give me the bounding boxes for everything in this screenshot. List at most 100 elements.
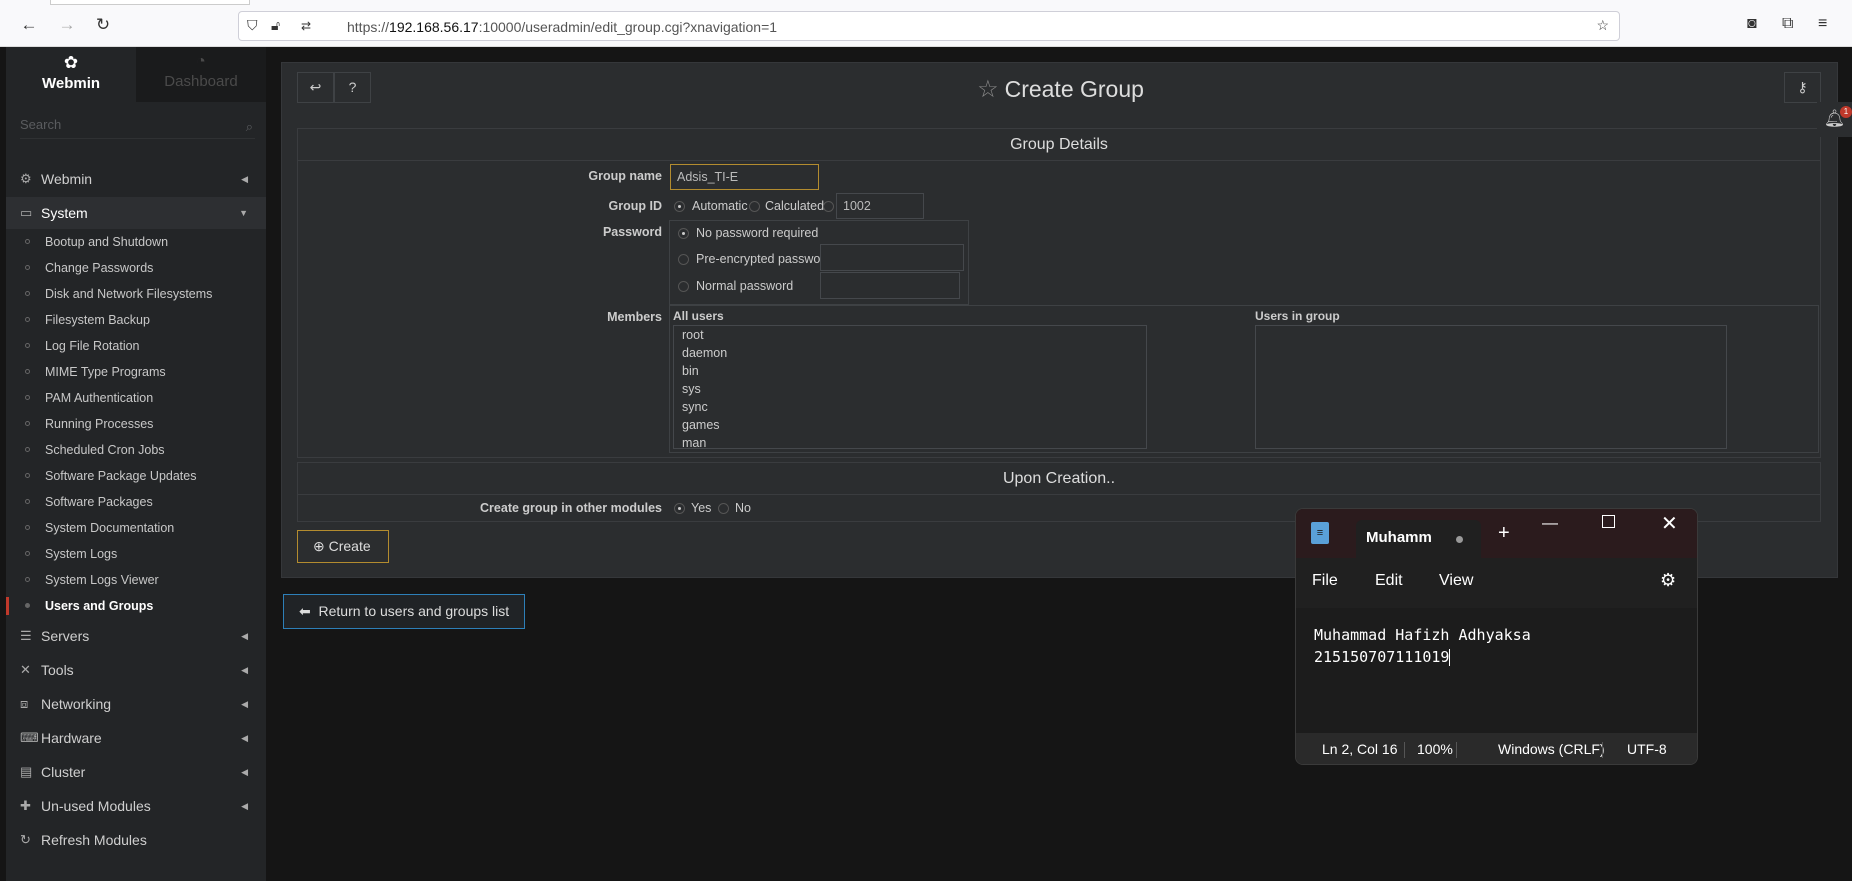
category-label: Refresh Modules xyxy=(41,832,147,848)
menu-view[interactable]: View xyxy=(1439,572,1473,590)
sidebar-item[interactable]: Change Passwords xyxy=(6,255,266,281)
chevron-left-icon: ◀ xyxy=(241,767,248,777)
reload-icon[interactable]: ↻ xyxy=(93,15,113,35)
return-button[interactable]: ⬅ Return to users and groups list xyxy=(283,594,525,629)
forward-icon[interactable]: → xyxy=(57,15,77,35)
section-title: Group Details xyxy=(298,129,1820,161)
sidebar-item[interactable]: Software Package Updates xyxy=(6,463,266,489)
list-item[interactable]: bin xyxy=(674,362,1146,380)
list-item[interactable]: sync xyxy=(674,398,1146,416)
extensions-icon[interactable]: ⧉ xyxy=(1782,15,1793,33)
menu-file[interactable]: File xyxy=(1312,572,1338,590)
cursor-position: Ln 2, Col 16 xyxy=(1322,741,1398,757)
pw-normal-input[interactable] xyxy=(820,272,960,299)
other-modules-yes-radio[interactable] xyxy=(674,503,685,514)
category-label: Hardware xyxy=(41,730,102,746)
chevron-left-icon: ◀ xyxy=(241,801,248,811)
sidebar-item[interactable]: System Logs xyxy=(6,541,266,567)
sidebar-category-networking[interactable]: ⧈ Networking ◀ xyxy=(6,688,266,720)
pw-none-radio[interactable] xyxy=(678,228,689,239)
lock-insecure-icon[interactable]: 🔓︎ xyxy=(271,17,280,34)
notepad-tab[interactable]: Muhamm xyxy=(1356,520,1481,558)
users-in-group-list[interactable] xyxy=(1255,325,1727,449)
sidebar-item[interactable]: MIME Type Programs xyxy=(6,359,266,385)
search-input[interactable] xyxy=(20,117,220,132)
gid-automatic-radio[interactable] xyxy=(674,201,685,212)
menu-icon[interactable]: ≡ xyxy=(1818,15,1827,33)
notepad-menubar: File Edit View ⚙ xyxy=(1296,558,1697,608)
list-item[interactable]: sys xyxy=(674,380,1146,398)
browser-tab-edge[interactable] xyxy=(50,0,250,5)
gid-input[interactable] xyxy=(836,193,924,219)
list-item[interactable]: man xyxy=(674,434,1146,448)
gid-manual-radio[interactable] xyxy=(823,201,834,212)
gear-icon: ⚙ xyxy=(20,171,32,186)
gid-calculated-radio[interactable] xyxy=(749,201,760,212)
webmin-tab[interactable]: ✿ Webmin xyxy=(6,47,136,102)
sidebar-item[interactable]: Software Packages xyxy=(6,489,266,515)
other-modules-label: Create group in other modules xyxy=(480,501,662,515)
back-icon[interactable]: ← xyxy=(19,15,39,35)
category-label: Tools xyxy=(41,662,74,678)
sidebar-search: ⌕ xyxy=(20,117,255,139)
notifications-button[interactable]: 🔔︎ 1 xyxy=(1817,102,1852,137)
search-icon[interactable]: ⌕ xyxy=(246,119,253,135)
puzzle-icon: ✚ xyxy=(20,798,31,813)
url-text[interactable]: https://192.168.56.17:10000/useradmin/ed… xyxy=(347,19,777,35)
sidebar-item-users-and-groups[interactable]: Users and Groups xyxy=(6,593,266,619)
hardware-icon: ⌨ xyxy=(20,730,39,745)
permissions-icon[interactable]: ⇄ xyxy=(301,19,311,33)
star-icon[interactable]: ☆ xyxy=(977,76,999,103)
chevron-left-icon: ◀ xyxy=(241,174,248,184)
category-label: Webmin xyxy=(41,171,93,187)
sidebar-item[interactable]: PAM Authentication xyxy=(6,385,266,411)
sidebar-category-tools[interactable]: ✕ Tools ◀ xyxy=(6,654,266,686)
browser-toolbar: ← → ↻ ⛉ 🔓︎ ⇄ https://192.168.56.17:10000… xyxy=(0,0,1852,47)
list-item[interactable]: root xyxy=(674,326,1146,344)
sidebar-category-unused[interactable]: ✚ Un-used Modules ◀ xyxy=(6,790,266,822)
sidebar-item[interactable]: Filesystem Backup xyxy=(6,307,266,333)
sidebar-item[interactable]: System Documentation xyxy=(6,515,266,541)
dashboard-tab[interactable]: ◔ Dashboard xyxy=(136,47,266,102)
sidebar-item[interactable]: Scheduled Cron Jobs xyxy=(6,437,266,463)
all-users-list[interactable]: root daemon bin sys sync games man xyxy=(673,325,1147,449)
create-button[interactable]: ⊕ Create xyxy=(297,530,389,563)
sidebar-item[interactable]: Bootup and Shutdown xyxy=(6,229,266,255)
address-bar[interactable]: ⛉ 🔓︎ ⇄ https://192.168.56.17:10000/usera… xyxy=(238,11,1620,41)
bookmark-star-icon[interactable]: ☆ xyxy=(1596,17,1609,34)
category-label: Cluster xyxy=(41,764,86,780)
bullet-icon xyxy=(25,603,30,608)
menu-edit[interactable]: Edit xyxy=(1375,572,1403,590)
pw-normal-radio[interactable] xyxy=(678,281,689,292)
list-item[interactable]: daemon xyxy=(674,344,1146,362)
maximize-icon[interactable] xyxy=(1602,515,1615,528)
sidebar-item[interactable]: Log File Rotation xyxy=(6,333,266,359)
pocket-icon[interactable]: ◙ xyxy=(1747,15,1757,33)
network-icon: ⧈ xyxy=(20,696,29,711)
list-item[interactable]: games xyxy=(674,416,1146,434)
sidebar-category-webmin[interactable]: ⚙ Webmin ◀ xyxy=(6,163,266,195)
shield-icon[interactable]: ⛉ xyxy=(247,17,258,34)
members-label: Members xyxy=(607,310,662,324)
notepad-text-area[interactable]: Muhammad Hafizh Adhyaksa 215150707111019 xyxy=(1296,608,1697,733)
sidebar-category-servers[interactable]: ☰ Servers ◀ xyxy=(6,620,266,652)
close-icon[interactable]: ✕ xyxy=(1661,511,1678,536)
bullet-icon xyxy=(25,551,30,556)
sidebar-category-cluster[interactable]: ▤ Cluster ◀ xyxy=(6,756,266,788)
other-modules-no-radio[interactable] xyxy=(718,503,729,514)
settings-gear-icon[interactable]: ⚙ xyxy=(1660,570,1676,591)
pw-preencrypted-input[interactable] xyxy=(820,244,964,271)
sidebar-item[interactable]: Disk and Network Filesystems xyxy=(6,281,266,307)
sidebar-category-system[interactable]: ▭ System ▼ xyxy=(6,197,266,229)
group-name-input[interactable] xyxy=(670,164,819,190)
category-label: Servers xyxy=(41,628,90,644)
sidebar-refresh-modules[interactable]: ↻ Refresh Modules xyxy=(6,824,266,856)
sidebar-item[interactable]: Running Processes xyxy=(6,411,266,437)
new-tab-icon[interactable]: + xyxy=(1498,522,1510,545)
sidebar-category-hardware[interactable]: ⌨ Hardware ◀ xyxy=(6,722,266,754)
minimize-icon[interactable]: — xyxy=(1542,515,1558,533)
unsaved-dot-icon[interactable] xyxy=(1456,536,1463,543)
sidebar-item[interactable]: System Logs Viewer xyxy=(6,567,266,593)
pw-preencrypted-radio[interactable] xyxy=(678,254,689,265)
module-config-button[interactable]: ⚷ xyxy=(1784,72,1821,103)
